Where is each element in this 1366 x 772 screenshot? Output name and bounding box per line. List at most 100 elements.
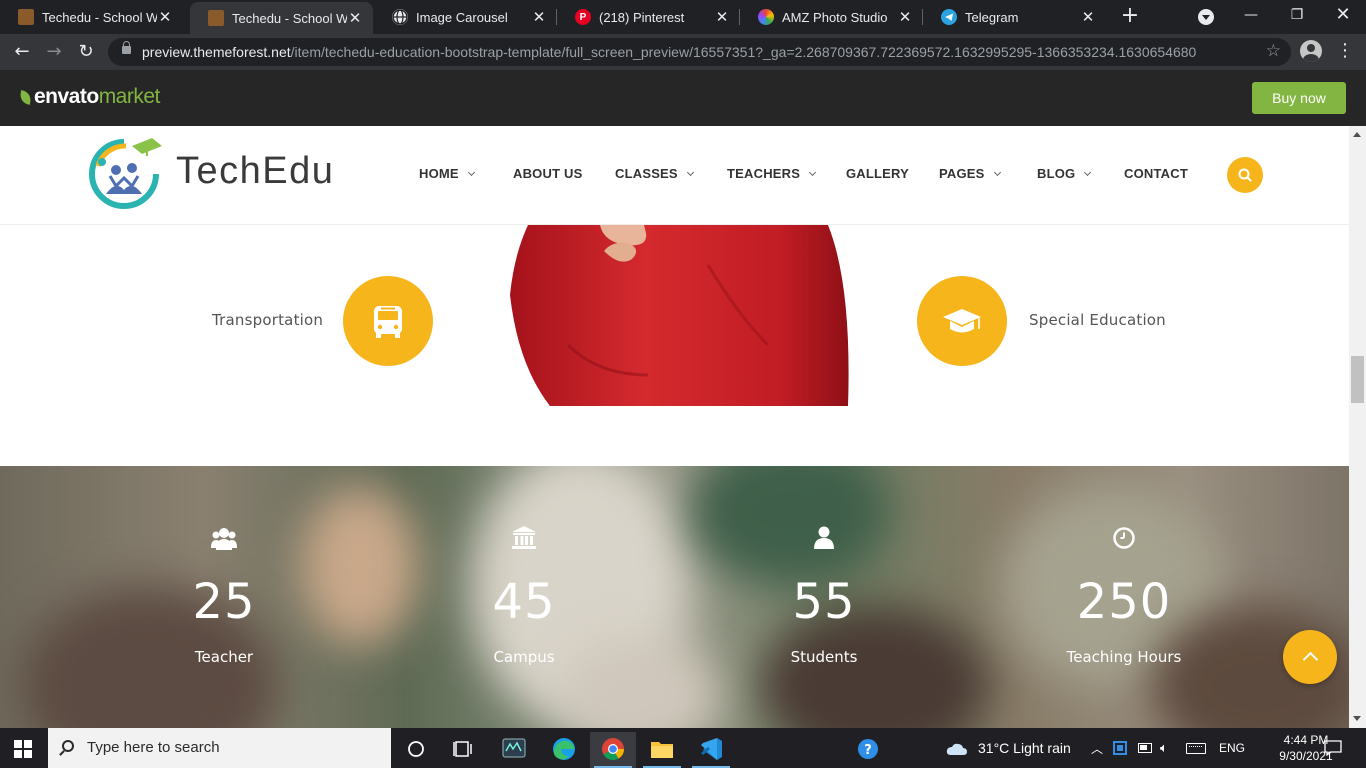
profile-avatar-icon[interactable] — [1300, 40, 1322, 62]
tab-title: AMZ Photo Studio — [782, 9, 888, 25]
close-tab-icon[interactable]: ✕ — [1080, 8, 1096, 26]
tab-separator — [922, 9, 923, 25]
battery-icon[interactable] — [1138, 743, 1152, 753]
nav-label: CLASSES — [615, 166, 678, 181]
browser-tab[interactable]: Image Carousel ✕ — [374, 0, 557, 34]
new-tab-button[interactable]: + — [1118, 4, 1142, 28]
globe-favicon-icon — [392, 9, 408, 25]
mysql-workbench-icon[interactable] — [491, 732, 537, 768]
envato-leaf-icon — [18, 89, 33, 105]
envato-preview-bar — [0, 70, 1366, 126]
nav-item-home[interactable]: HOME — [419, 166, 475, 181]
restore-button[interactable]: ❐ — [1274, 0, 1320, 32]
file-explorer-icon[interactable] — [639, 732, 685, 768]
chrome-browser-icon[interactable] — [590, 732, 636, 768]
counter-value: 45 — [492, 574, 556, 630]
browser-tab[interactable]: Techedu - School Web ✕ — [0, 0, 183, 34]
user-icon — [814, 526, 834, 549]
weather-text[interactable]: 31°C Light rain — [978, 740, 1071, 756]
envato-logo-word: envato — [34, 85, 99, 108]
weather-cloud-icon[interactable] — [946, 741, 968, 755]
counter-label: Teaching Hours — [1066, 648, 1182, 666]
buy-now-button[interactable]: Buy now — [1252, 82, 1346, 114]
lock-icon[interactable] — [122, 41, 131, 54]
tab-title: (218) Pinterest — [599, 9, 685, 25]
close-tab-icon[interactable]: ✕ — [531, 8, 547, 26]
browser-tab[interactable]: AMZ Photo Studio ✕ — [740, 0, 923, 34]
tab-title: Techedu - School Web — [232, 10, 347, 26]
close-window-button[interactable]: ✕ — [1320, 0, 1366, 32]
task-view-icon[interactable] — [440, 732, 486, 768]
techedu-favicon-icon — [208, 10, 224, 26]
scroll-up-arrow-icon[interactable] — [1353, 132, 1361, 137]
nav-item-contact[interactable]: CONTACT — [1124, 166, 1188, 181]
tray-expand-icon[interactable]: ︿ — [1091, 740, 1103, 757]
scroll-down-arrow-icon[interactable] — [1353, 716, 1361, 721]
site-logo-text[interactable]: TechEdu — [176, 150, 334, 193]
nav-label: CONTACT — [1124, 166, 1188, 181]
browser-tab-strip: Techedu - School Web ✕ Techedu - School … — [0, 0, 1366, 34]
notification-center-icon[interactable] — [1324, 740, 1342, 757]
chevron-down-icon — [1084, 168, 1092, 177]
browser-tab[interactable]: Telegram ✕ — [923, 0, 1106, 34]
close-tab-icon[interactable]: ✕ — [714, 8, 730, 26]
scrollbar-thumb[interactable] — [1351, 356, 1364, 403]
search-icon — [1238, 168, 1252, 182]
nav-item-about[interactable]: ABOUT US — [513, 166, 583, 181]
counter-label: Teacher — [194, 648, 254, 666]
nav-item-teachers[interactable]: TEACHERS — [727, 166, 817, 181]
counter-value: 55 — [792, 574, 856, 630]
edge-browser-icon[interactable] — [541, 732, 587, 768]
nav-item-gallery[interactable]: GALLERY — [846, 166, 909, 181]
counter-label: Students — [790, 648, 858, 666]
counter-teaching-hours: 250 Teaching Hours — [1024, 520, 1224, 666]
feature-transportation-circle — [343, 276, 433, 366]
svg-text:?: ? — [864, 743, 872, 758]
nav-label: HOME — [419, 166, 459, 181]
taskbar-search-box[interactable]: Type here to search — [48, 728, 391, 768]
tab-separator — [739, 9, 740, 25]
browser-tab[interactable]: P (218) Pinterest ✕ — [557, 0, 740, 34]
taskbar-search-placeholder: Type here to search — [87, 739, 220, 756]
keyboard-icon[interactable] — [1186, 743, 1206, 754]
bus-icon — [374, 306, 402, 338]
browser-menu-icon[interactable]: ⋮ — [1336, 40, 1354, 64]
volume-icon[interactable]: 🔈︎ — [1160, 740, 1168, 756]
nav-label: GALLERY — [846, 166, 910, 181]
feature-special-education-label: Special Education — [1029, 311, 1166, 329]
nav-item-pages[interactable]: PAGES — [939, 166, 1001, 181]
url-text[interactable]: preview.themeforest.net/item/techedu-edu… — [142, 44, 1196, 60]
scroll-to-top-button[interactable] — [1283, 630, 1337, 684]
cortana-icon[interactable] — [393, 732, 439, 768]
help-icon[interactable]: ? — [845, 732, 891, 768]
envato-market-logo[interactable]: envato market — [18, 85, 160, 109]
close-tab-icon[interactable]: ✕ — [157, 8, 173, 26]
telegram-favicon-icon — [941, 9, 957, 25]
close-tab-icon[interactable]: ✕ — [897, 8, 913, 26]
chevron-down-icon — [686, 168, 694, 177]
counter-students: 55 Students — [724, 520, 924, 666]
nav-item-blog[interactable]: BLOG — [1037, 166, 1092, 181]
close-tab-icon[interactable]: ✕ — [347, 9, 363, 27]
back-arrow-icon[interactable]: ← — [10, 40, 34, 64]
graduation-cap-icon — [943, 309, 981, 333]
minimize-button[interactable]: — — [1228, 0, 1274, 32]
windows-start-icon[interactable] — [14, 740, 32, 758]
nav-item-classes[interactable]: CLASSES — [615, 166, 694, 181]
language-indicator[interactable]: ENG — [1219, 741, 1245, 755]
browser-tab-active[interactable]: Techedu - School Web ✕ — [190, 2, 373, 34]
site-search-button[interactable] — [1227, 157, 1263, 193]
tray-app-icon[interactable] — [1113, 741, 1127, 755]
forward-arrow-icon[interactable]: → — [42, 40, 66, 64]
page-scrollbar[interactable] — [1349, 126, 1366, 728]
address-bar[interactable]: preview.themeforest.net/item/techedu-edu… — [108, 38, 1291, 66]
tab-search-icon[interactable] — [1198, 9, 1214, 25]
tab-separator — [556, 9, 557, 25]
users-icon — [211, 528, 237, 550]
pinterest-favicon-icon: P — [575, 9, 591, 25]
bookmark-star-icon[interactable]: ☆ — [1266, 41, 1281, 61]
techedu-logo-icon[interactable] — [86, 136, 162, 212]
counter-value: 25 — [192, 574, 256, 630]
vscode-icon[interactable] — [688, 732, 734, 768]
reload-icon[interactable]: ↻ — [74, 40, 98, 64]
